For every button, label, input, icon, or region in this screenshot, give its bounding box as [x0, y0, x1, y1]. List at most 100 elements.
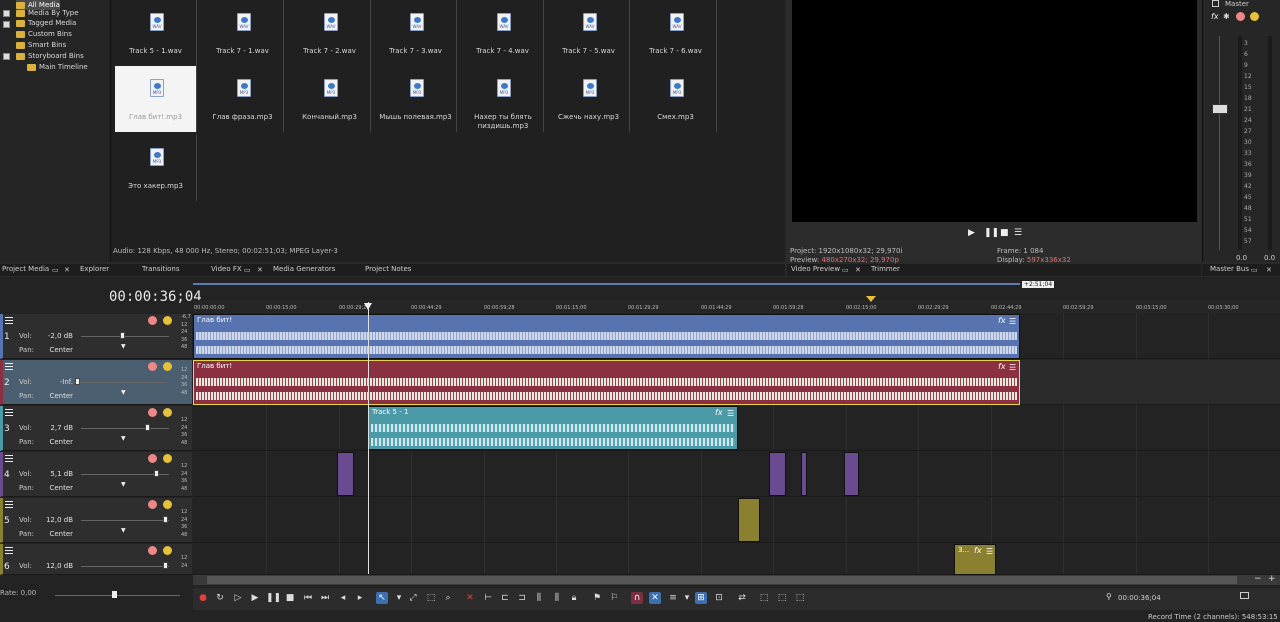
- delete-icon[interactable]: ✕: [464, 592, 476, 604]
- volume-knob[interactable]: [145, 424, 150, 431]
- zoom-in-icon[interactable]: +: [1268, 574, 1276, 584]
- solo-icon[interactable]: [163, 408, 172, 417]
- snapping-icon[interactable]: ∩: [631, 592, 643, 604]
- track-header-4[interactable]: 4 Vol: 5,1 dB Pan: Center ▼ 12 24 36 48: [0, 452, 192, 497]
- mute-icon[interactable]: [148, 408, 157, 417]
- pause-icon[interactable]: ❚❚: [266, 592, 281, 604]
- lock-envelopes-icon[interactable]: ⊞: [695, 592, 707, 604]
- next-frame-icon[interactable]: ▸: [354, 592, 366, 604]
- scrollbar-thumb[interactable]: [207, 576, 1237, 584]
- volume-knob[interactable]: [163, 562, 168, 569]
- mute-icon[interactable]: [148, 500, 157, 509]
- play-icon[interactable]: ▶: [968, 229, 976, 238]
- volume-slider[interactable]: [81, 336, 169, 337]
- track-menu-icon[interactable]: [5, 501, 13, 508]
- media-tile[interactable]: MP3 Нахер ты блять пиздишь.mp3: [462, 66, 544, 132]
- loop-region-bar[interactable]: [193, 283, 1020, 285]
- fx-icon[interactable]: fx: [998, 316, 1006, 325]
- tree-item-main-timeline[interactable]: Main Timeline: [27, 62, 88, 72]
- mute-icon[interactable]: [1236, 12, 1245, 21]
- menu-icon[interactable]: ☰: [1014, 229, 1022, 238]
- ripple-icon[interactable]: ≡: [667, 592, 679, 604]
- track-header-5[interactable]: 5 Vol: 12,0 dB Pan: Center ▼ 12 24 36 48: [0, 498, 192, 543]
- track-lane-5[interactable]: [193, 498, 1280, 543]
- expand-icon[interactable]: [3, 21, 10, 28]
- float-icon[interactable]: ▭: [244, 266, 251, 274]
- rate-knob[interactable]: [112, 591, 117, 598]
- marker-icon[interactable]: [866, 296, 876, 302]
- track-header-6[interactable]: 6 Vol: 12,0 dB 12 24: [0, 544, 192, 575]
- track-menu-icon[interactable]: [5, 317, 13, 324]
- expand-icon[interactable]: [3, 53, 10, 60]
- dropdown-icon[interactable]: ▾: [393, 592, 405, 604]
- volume-knob[interactable]: [75, 378, 80, 385]
- close-icon[interactable]: ✕: [1266, 266, 1272, 274]
- expand-icon[interactable]: [3, 10, 10, 17]
- envelope-tool-icon[interactable]: ⤢: [407, 592, 419, 604]
- close-icon[interactable]: ✕: [855, 266, 861, 274]
- play-icon[interactable]: ▶: [249, 592, 261, 604]
- tab-video-preview[interactable]: Video Preview: [791, 265, 840, 273]
- media-tile[interactable]: WAV Track 7 - 2.wav: [289, 0, 371, 66]
- solo-icon[interactable]: [163, 316, 172, 325]
- tab-explorer[interactable]: Explorer: [80, 265, 109, 273]
- master-checkbox[interactable]: [1212, 0, 1219, 7]
- media-tile[interactable]: WAV Track 7 - 1.wav: [202, 0, 284, 66]
- fx-icon[interactable]: fx: [998, 362, 1006, 371]
- selection-icon[interactable]: ⬚: [794, 592, 806, 604]
- tab-master-bus[interactable]: Master Bus: [1210, 265, 1249, 273]
- solo-icon[interactable]: [1250, 12, 1259, 21]
- go-to-end-icon[interactable]: ⏭: [319, 592, 331, 604]
- tree-item-custom-bins[interactable]: Custom Bins: [16, 29, 72, 39]
- pan-marker-icon[interactable]: ▼: [121, 481, 126, 488]
- tree-item-media-by-type[interactable]: Media By Type: [16, 8, 79, 18]
- master-fader[interactable]: [1212, 104, 1228, 114]
- audio-clip[interactable]: [844, 452, 859, 496]
- track-lane-4[interactable]: [193, 452, 1280, 497]
- marker-icon[interactable]: ⚑: [591, 592, 603, 604]
- media-tile[interactable]: WAV Track 5 - 1.wav: [115, 0, 197, 66]
- pan-marker-icon[interactable]: ▼: [121, 343, 126, 350]
- settings-icon[interactable]: ✱: [1223, 12, 1230, 21]
- play-from-start-icon[interactable]: ▷: [232, 592, 244, 604]
- mute-icon[interactable]: [148, 316, 157, 325]
- zoom-tool-icon[interactable]: ⌕: [442, 592, 454, 604]
- track-lane-6[interactable]: [193, 544, 1280, 575]
- media-tile[interactable]: MP3 Это хакер.mp3: [115, 135, 197, 201]
- pause-icon[interactable]: ❚❚: [984, 229, 999, 238]
- dropdown-icon[interactable]: ▾: [681, 592, 693, 604]
- ignore-grouping-icon[interactable]: ⊡: [713, 592, 725, 604]
- media-tile[interactable]: WAV Track 7 - 6.wav: [635, 0, 717, 66]
- close-icon[interactable]: ✕: [64, 266, 70, 274]
- group-icon[interactable]: ⬚: [758, 592, 770, 604]
- pan-marker-icon[interactable]: ▼: [121, 435, 126, 442]
- mute-icon[interactable]: [148, 362, 157, 371]
- audio-clip[interactable]: Глав бит! fx ☰: [193, 360, 1020, 405]
- clip-menu-icon[interactable]: ☰: [727, 409, 734, 418]
- playhead[interactable]: [368, 302, 369, 574]
- pan-marker-icon[interactable]: ▼: [121, 389, 126, 396]
- lock-icon[interactable]: 🔒︎: [568, 592, 580, 604]
- track-menu-icon[interactable]: [5, 455, 13, 462]
- region-icon[interactable]: ⚐: [608, 592, 620, 604]
- volume-slider[interactable]: [81, 566, 169, 567]
- mute-icon[interactable]: [148, 454, 157, 463]
- tab-media-generators[interactable]: Media Generators: [273, 265, 335, 273]
- trim-icon[interactable]: ⊢: [482, 592, 494, 604]
- split-icon[interactable]: ⫼: [533, 592, 545, 604]
- record-icon[interactable]: ●: [197, 592, 209, 604]
- audio-clip[interactable]: [738, 498, 760, 542]
- solo-icon[interactable]: [163, 362, 172, 371]
- media-tile-selected[interactable]: MP3 Глав бит!.mp3: [115, 66, 197, 132]
- track-menu-icon[interactable]: [5, 363, 13, 370]
- audio-clip[interactable]: [801, 452, 807, 496]
- trim-end-icon[interactable]: ⊐: [516, 592, 528, 604]
- media-tile[interactable]: MP3 Кончаный.mp3: [289, 66, 371, 132]
- volume-knob[interactable]: [154, 470, 159, 477]
- tab-video-fx[interactable]: Video FX: [211, 265, 242, 273]
- fx-icon[interactable]: fx: [715, 408, 723, 417]
- volume-knob[interactable]: [163, 516, 168, 523]
- fx-icon[interactable]: fx: [974, 546, 982, 555]
- clip-menu-icon[interactable]: ☰: [1009, 317, 1016, 326]
- ungroup-icon[interactable]: ⬚: [776, 592, 788, 604]
